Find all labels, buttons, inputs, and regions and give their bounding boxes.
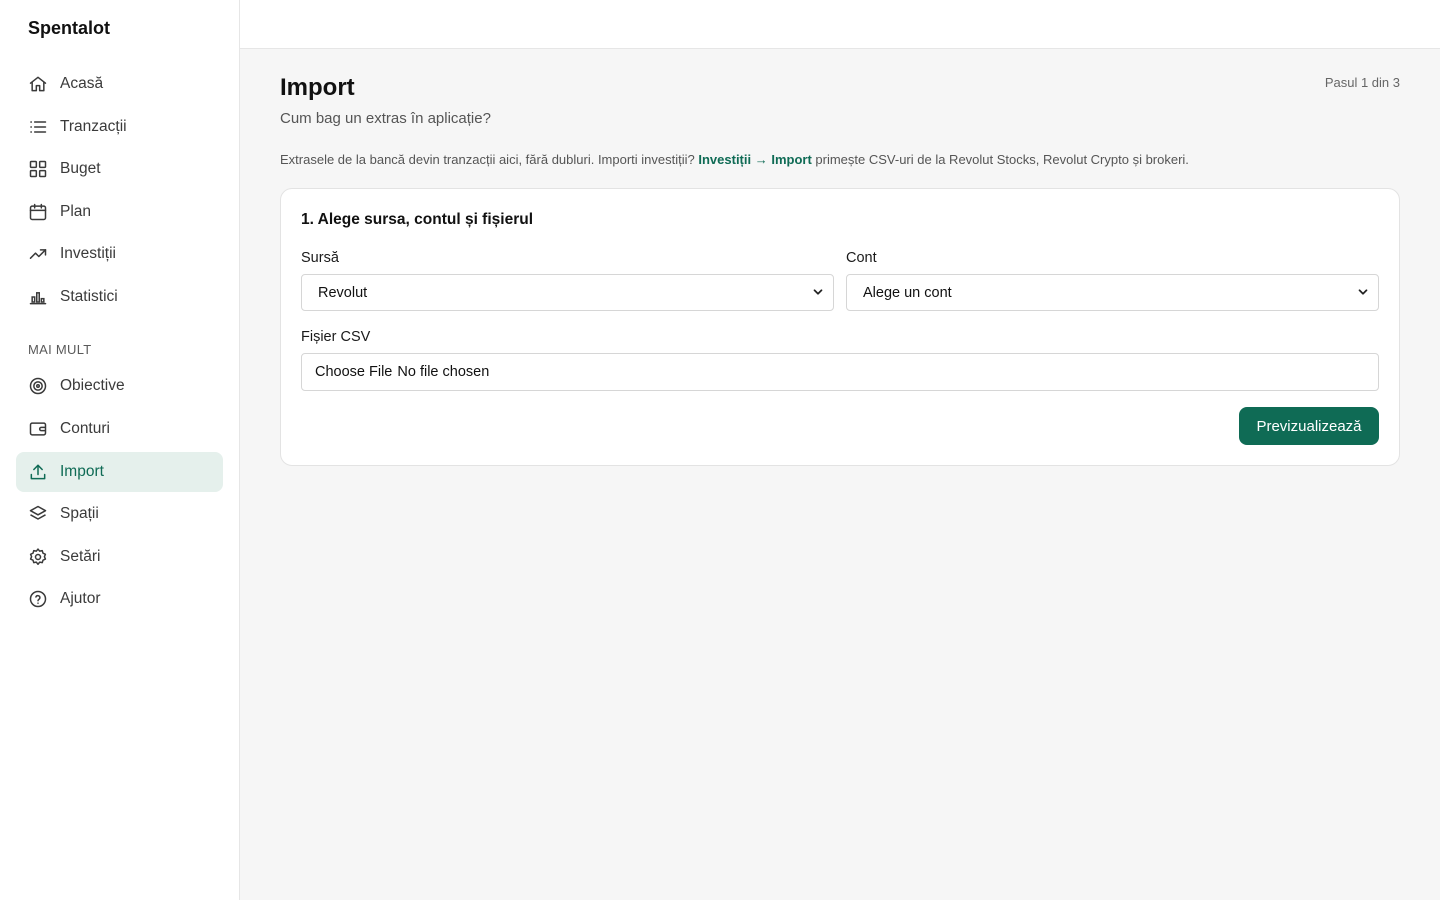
calendar-icon bbox=[28, 202, 48, 222]
sidebar-item-label: Plan bbox=[60, 203, 92, 220]
sidebar-item-ajutor[interactable]: Ajutor bbox=[16, 579, 223, 619]
sidebar-item-label: Tranzacții bbox=[60, 118, 127, 135]
source-label: Sursă bbox=[301, 250, 339, 266]
account-label: Cont bbox=[846, 250, 877, 266]
sidebar-item-import[interactable]: Import bbox=[16, 452, 223, 492]
sidebar-item-label: Investiții bbox=[60, 245, 116, 262]
step-indicator: Pasul 1 din 3 bbox=[1324, 75, 1400, 90]
sidebar-item-conturi[interactable]: Conturi bbox=[16, 409, 223, 449]
sidebar-item-tranzactii[interactable]: Tranzacții bbox=[16, 107, 223, 147]
preview-button[interactable]: Previzualizează bbox=[1239, 407, 1379, 445]
page-title: Import bbox=[280, 74, 355, 101]
sidebar-item-spatii[interactable]: Spații bbox=[16, 494, 223, 534]
account-select[interactable]: Alege un cont bbox=[846, 274, 1379, 311]
sidebar-item-label: Ajutor bbox=[60, 590, 101, 607]
chevron-down-icon bbox=[811, 285, 825, 299]
sidebar: Spentalot Acasă Tranzacții Buget Plan In… bbox=[0, 0, 240, 900]
sidebar-section-title: MAI MULT bbox=[28, 342, 92, 357]
sidebar-item-label: Statistici bbox=[60, 288, 118, 305]
info-text: Extrasele de la bancă devin tranzacții a… bbox=[280, 152, 1189, 167]
investitii-import-link[interactable]: Investiții → Import bbox=[698, 152, 811, 167]
import-card: 1. Alege sursa, contul și fișierul Sursă… bbox=[280, 188, 1400, 466]
sidebar-item-acasa[interactable]: Acasă bbox=[16, 64, 223, 104]
layers-icon bbox=[28, 504, 48, 524]
sidebar-item-setari[interactable]: Setări bbox=[16, 537, 223, 577]
bar-chart-icon bbox=[28, 287, 48, 307]
sidebar-item-label: Spații bbox=[60, 505, 99, 522]
list-icon bbox=[28, 117, 48, 137]
sidebar-item-statistici[interactable]: Statistici bbox=[16, 277, 223, 317]
gear-icon bbox=[28, 547, 48, 567]
wallet-icon bbox=[28, 419, 48, 439]
page-subtitle: Cum bag un extras în aplicație? bbox=[280, 110, 491, 127]
sidebar-item-buget[interactable]: Buget bbox=[16, 149, 223, 189]
file-status: No file chosen bbox=[397, 364, 490, 380]
chevron-down-icon bbox=[1356, 285, 1370, 299]
top-bar bbox=[240, 0, 1440, 49]
upload-icon bbox=[28, 462, 48, 482]
info-text-after: primește CSV-uri de la Revolut Stocks, R… bbox=[811, 152, 1189, 167]
sidebar-item-investitii[interactable]: Investiții bbox=[16, 234, 223, 274]
source-select-value: Revolut bbox=[318, 284, 368, 301]
sidebar-item-label: Buget bbox=[60, 160, 101, 177]
home-icon bbox=[28, 74, 48, 94]
account-select-value: Alege un cont bbox=[863, 284, 952, 301]
sidebar-item-label: Acasă bbox=[60, 75, 104, 92]
grid-icon bbox=[28, 159, 48, 179]
sidebar-item-label: Import bbox=[60, 463, 104, 480]
target-icon bbox=[28, 376, 48, 396]
sidebar-item-label: Obiective bbox=[60, 377, 125, 394]
info-text-before: Extrasele de la bancă devin tranzacții a… bbox=[280, 152, 699, 167]
choose-file-button[interactable]: Choose File bbox=[315, 364, 392, 380]
sidebar-item-label: Conturi bbox=[60, 420, 110, 437]
trending-up-icon bbox=[28, 244, 48, 264]
card-title: 1. Alege sursa, contul și fișierul bbox=[301, 211, 534, 228]
source-select[interactable]: Revolut bbox=[301, 274, 834, 311]
sidebar-item-plan[interactable]: Plan bbox=[16, 192, 223, 232]
help-icon bbox=[28, 589, 48, 609]
csv-file-input[interactable]: Choose File No file chosen bbox=[301, 353, 1379, 391]
sidebar-item-obiective[interactable]: Obiective bbox=[16, 366, 223, 406]
app-logo[interactable]: Spentalot bbox=[28, 18, 110, 39]
sidebar-item-label: Setări bbox=[60, 548, 101, 565]
file-label: Fișier CSV bbox=[301, 329, 371, 345]
